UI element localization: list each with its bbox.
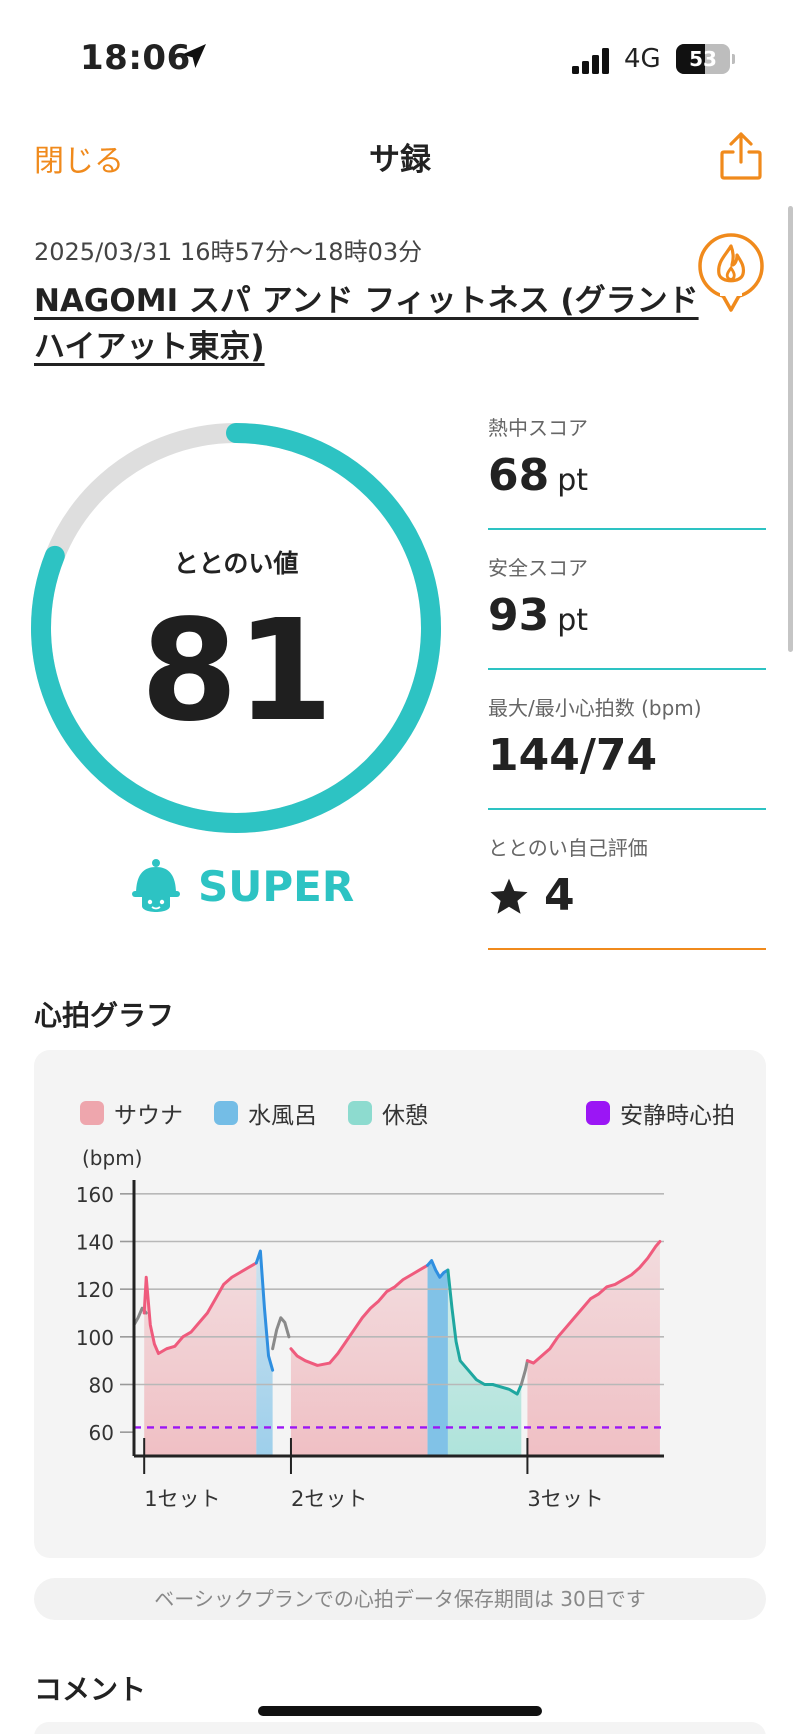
stat-value: 144/74 [488,730,658,781]
y-tick-label: 100 [76,1326,114,1350]
legend-label: 水風呂 [248,1103,317,1129]
y-tick-label: 140 [76,1231,114,1255]
stat-heart-rate: 最大/最小心拍数 (bpm) 144/74 [488,692,766,810]
location-arrow-icon [182,44,206,68]
legend-swatch [80,1101,104,1125]
y-tick-label: 160 [76,1183,114,1207]
legend-swatch [348,1101,372,1125]
x-tick-label: 2セット [291,1487,367,1510]
y-tick-label: 80 [89,1374,114,1398]
cellular-signal-icon [572,48,609,74]
stat-label: 安全スコア [488,556,588,580]
comment-box [34,1722,766,1734]
stat-safety-score: 安全スコア 93 pt [488,552,766,670]
battery-percent: 53 [689,47,717,71]
y-tick-label: 60 [89,1421,114,1445]
x-tick-label: 1セット [144,1487,220,1510]
stat-heat-score: 熱中スコア 68 pt [488,412,766,530]
phase-area-cold [256,1251,273,1456]
legend-resting-hr: 安静時心拍 [586,1098,735,1129]
y-tick-label: 120 [76,1278,114,1302]
battery-cap [732,54,735,64]
stat-self-rating[interactable]: ととのい自己評価 4 [488,832,766,950]
fire-badge-icon[interactable] [696,232,766,312]
close-button[interactable]: 閉じる [34,136,124,180]
heart-rate-chart: 160 140 120 100 80 60 1セット 2セット 3セット [76,1180,664,1510]
score-label: ととのい値 [173,549,299,578]
battery-icon: 53 [676,44,730,74]
status-bar: 18:06 4G 53 [0,0,800,110]
phase-area-rest [447,1270,522,1456]
session-datetime: 2025/03/31 16時57分〜18時03分 [34,238,423,266]
facility-link[interactable]: NAGOMI スパ アンド フィットネス (グランド ハイアット東京) [34,278,714,370]
stat-label: ととのい自己評価 [488,836,648,860]
legend-swatch [586,1101,610,1125]
legend-label: 安静時心拍 [620,1103,735,1129]
stat-label: 熱中スコア [488,416,588,440]
x-tick-label: 3セット [527,1487,603,1510]
phase-area-sauna [527,1241,660,1456]
stat-label: 最大/最小心拍数 (bpm) [488,696,702,720]
star-icon [490,878,528,914]
comment-section-title: コメント [34,1673,147,1706]
score-value: 81 [140,590,334,753]
series-line-transition [271,1316,291,1351]
home-indicator [258,1706,542,1716]
stat-value: 93 pt [488,590,589,641]
legend-sauna: サウナ [80,1098,183,1129]
legend-rest: 休憩 [348,1098,428,1129]
stat-value: 68 pt [488,450,589,501]
legend-label: 休憩 [382,1103,428,1129]
stat-unit: pt [557,463,589,498]
graph-section-title: 心拍グラフ [34,999,175,1032]
stat-unit: pt [557,603,589,638]
stat-value: 4 [544,870,575,921]
rank-mascot-icon [132,859,180,912]
retention-note: ベーシックプランでの心拍データ保存期間は 30日です [34,1578,766,1620]
legend-swatch [214,1101,238,1125]
status-time: 18:06 [80,38,191,78]
share-icon[interactable] [718,130,764,182]
network-type: 4G [624,44,661,74]
legend-cold-bath: 水風呂 [214,1098,317,1129]
series-line-transition [519,1359,529,1386]
rank-label: SUPER [198,862,355,911]
scrollbar[interactable] [788,206,793,652]
legend-label: サウナ [114,1103,183,1129]
